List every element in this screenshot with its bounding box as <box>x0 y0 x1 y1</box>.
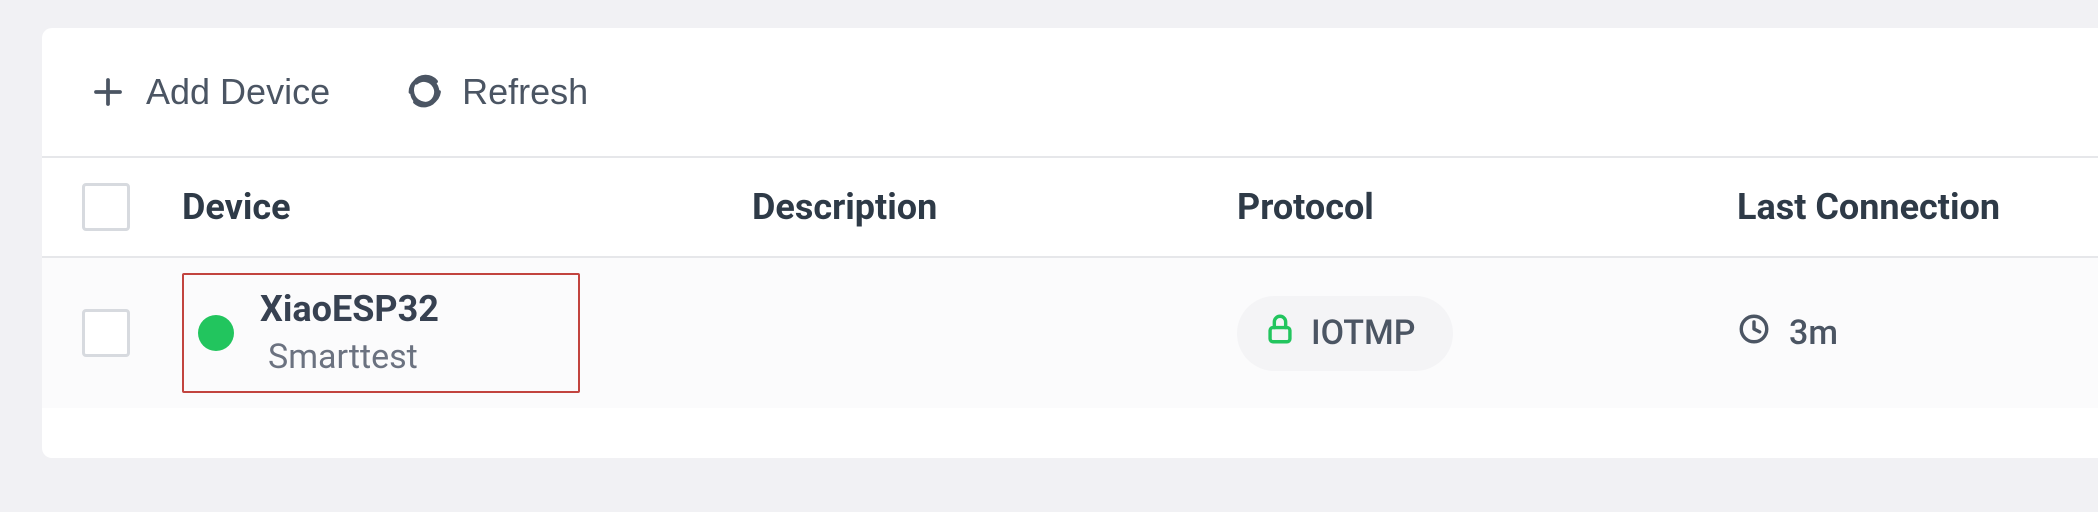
last-connection-text: 3m <box>1789 313 1838 353</box>
protocol-label: IOTMP <box>1311 313 1415 353</box>
last-connection-value: 3m <box>1737 312 1838 355</box>
last-connection-cell: 3m <box>1737 312 2058 355</box>
status-dot-icon <box>198 315 234 351</box>
column-header-description[interactable]: Description <box>752 186 1237 228</box>
devices-card: Add Device <box>42 28 2098 458</box>
column-header-last-connection[interactable]: Last Connection <box>1737 186 2058 228</box>
column-header-protocol[interactable]: Protocol <box>1237 186 1737 228</box>
select-all-checkbox[interactable] <box>82 183 130 231</box>
row-checkbox-cell <box>82 309 182 357</box>
device-text: XiaoESP32 Smarttest <box>260 287 439 379</box>
plus-icon <box>90 74 126 110</box>
device-highlight-box: XiaoESP32 Smarttest <box>182 273 580 393</box>
refresh-label: Refresh <box>462 71 588 113</box>
protocol-cell: IOTMP <box>1237 296 1737 371</box>
toolbar: Add Device <box>42 28 2098 158</box>
add-device-label: Add Device <box>146 71 330 113</box>
device-cell: XiaoESP32 Smarttest <box>182 273 752 393</box>
refresh-button[interactable]: Refresh <box>398 61 596 123</box>
row-checkbox[interactable] <box>82 309 130 357</box>
add-device-button[interactable]: Add Device <box>82 61 338 123</box>
lock-icon <box>1263 312 1297 355</box>
header-checkbox-cell <box>82 183 182 231</box>
device-subtitle: Smarttest <box>268 336 439 379</box>
table-header: Device Description Protocol Last Connect… <box>42 158 2098 258</box>
page-root: Add Device <box>0 0 2098 458</box>
protocol-badge: IOTMP <box>1237 296 1453 371</box>
refresh-icon <box>406 74 442 110</box>
table-row[interactable]: XiaoESP32 Smarttest IOTMP <box>42 258 2098 408</box>
column-header-device[interactable]: Device <box>182 186 752 228</box>
clock-icon <box>1737 312 1771 355</box>
device-name[interactable]: XiaoESP32 <box>260 287 439 332</box>
